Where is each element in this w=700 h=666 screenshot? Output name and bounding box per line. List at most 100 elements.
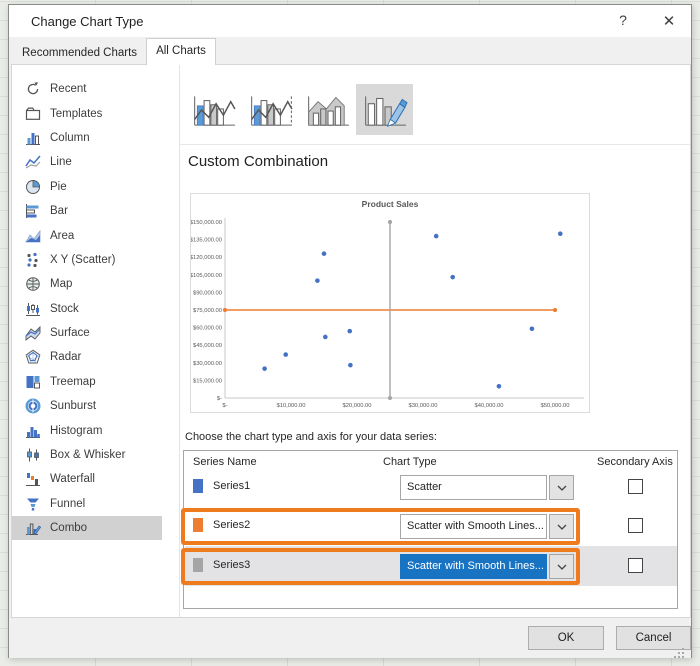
sidebar-item-label: Waterfall bbox=[50, 473, 95, 485]
ok-button[interactable]: OK bbox=[528, 626, 604, 650]
sidebar-item-sunburst[interactable]: Sunburst bbox=[12, 394, 179, 418]
preview-chart-svg: Product Sales$-$15,000.00$30,000.00$45,0… bbox=[191, 194, 589, 412]
sidebar-item-label: Line bbox=[50, 156, 72, 168]
sidebar-item-treemap[interactable]: Treemap bbox=[12, 370, 179, 394]
sunburst-chart-icon bbox=[25, 398, 41, 414]
sidebar-item-pie[interactable]: Pie bbox=[12, 175, 179, 199]
sidebar-item-label: Pie bbox=[50, 181, 67, 193]
funnel-chart-icon bbox=[25, 496, 41, 512]
sidebar-item-label: Radar bbox=[50, 351, 81, 363]
sidebar-item-stock[interactable]: Stock bbox=[12, 297, 179, 321]
section-title: Custom Combination bbox=[188, 153, 328, 170]
excel-background: Change Chart Type ? ✕ Recommended Charts… bbox=[0, 0, 700, 666]
y-tick-label: $30,000.00 bbox=[193, 361, 222, 367]
sidebar-item-label: Box & Whisker bbox=[50, 449, 125, 461]
sidebar-divider bbox=[179, 65, 180, 617]
series-endpoint bbox=[388, 396, 392, 400]
tab-strip: Recommended Charts All Charts bbox=[13, 38, 216, 65]
dropdown-chevron-button[interactable] bbox=[549, 514, 574, 539]
sidebar-item-area[interactable]: Area bbox=[12, 223, 179, 247]
chart-type-dropdown[interactable]: Scatter with Smooth Lines... bbox=[400, 554, 547, 579]
series-name-label[interactable]: Series2 bbox=[213, 519, 250, 531]
sidebar-item-label: Area bbox=[50, 230, 74, 242]
sidebar-item-radar[interactable]: Radar bbox=[12, 345, 179, 369]
sidebar-item-histogram[interactable]: Histogram bbox=[12, 418, 179, 442]
series-name-label[interactable]: Series3 bbox=[213, 559, 250, 571]
sidebar-item-recent[interactable]: Recent bbox=[12, 77, 179, 101]
sidebar-item-line[interactable]: Line bbox=[12, 150, 179, 174]
secondary-axis-checkbox[interactable] bbox=[628, 558, 643, 573]
subtype-button-clustered-column-line-secondary-axis[interactable] bbox=[242, 84, 299, 135]
clustered-column-line-secondary-axis-icon bbox=[248, 91, 294, 129]
help-icon[interactable]: ? bbox=[611, 12, 635, 28]
subtype-button-custom-combination[interactable] bbox=[356, 84, 413, 135]
stock-chart-icon bbox=[25, 301, 41, 317]
chart-type-dropdown[interactable]: Scatter with Smooth Lines... bbox=[400, 514, 547, 539]
sidebar-item-label: Combo bbox=[50, 522, 87, 534]
templates-icon bbox=[25, 106, 41, 122]
scatter-point bbox=[558, 231, 563, 236]
sidebar-item-map[interactable]: Map bbox=[12, 272, 179, 296]
subtype-button-stacked-area-clustered-column[interactable] bbox=[299, 84, 356, 135]
scatter-point bbox=[322, 251, 327, 256]
y-tick-label: $150,000.00 bbox=[191, 220, 222, 226]
series-table: Series NameChart TypeSecondary AxisSerie… bbox=[183, 450, 678, 609]
tab-recommended-charts[interactable]: Recommended Charts bbox=[13, 41, 146, 65]
dropdown-chevron-button[interactable] bbox=[549, 475, 574, 500]
sidebar-item-surface[interactable]: Surface bbox=[12, 321, 179, 345]
dropdown-chevron-button[interactable] bbox=[549, 554, 574, 579]
waterfall-chart-icon bbox=[25, 471, 41, 487]
dialog-title: Change Chart Type bbox=[31, 14, 144, 29]
sidebar-item-label: Funnel bbox=[50, 498, 85, 510]
chevron-down-icon bbox=[557, 523, 567, 531]
sidebar-item-label: Treemap bbox=[50, 376, 96, 388]
map-chart-icon bbox=[25, 276, 41, 292]
sidebar-item-column[interactable]: Column bbox=[12, 126, 179, 150]
y-tick-label: $105,000.00 bbox=[191, 273, 222, 279]
x-tick-label: $50,000.00 bbox=[540, 403, 569, 409]
series-name-label[interactable]: Series1 bbox=[213, 480, 250, 492]
bar-chart-icon bbox=[25, 203, 41, 219]
sidebar-item-label: Map bbox=[50, 278, 72, 290]
scatter-point bbox=[283, 352, 288, 357]
dialog-footer: OK Cancel bbox=[9, 618, 691, 658]
pie-chart-icon bbox=[25, 179, 41, 195]
scatter-point bbox=[497, 384, 502, 389]
box-whisker-chart-icon bbox=[25, 447, 41, 463]
tab-all-charts[interactable]: All Charts bbox=[146, 38, 216, 65]
x-tick-label: $30,000.00 bbox=[408, 403, 437, 409]
x-tick-label: $40,000.00 bbox=[474, 403, 503, 409]
all-charts-panel: RecentTemplates Column Line Pie Bar Area X Y (… bbox=[11, 64, 691, 618]
scatter-point bbox=[450, 275, 455, 280]
secondary-axis-checkbox[interactable] bbox=[628, 518, 643, 533]
y-tick-label: $60,000.00 bbox=[193, 326, 222, 332]
surface-chart-icon bbox=[25, 325, 41, 341]
resize-grip-icon[interactable] bbox=[673, 646, 685, 658]
chart-preview: Product Sales$-$15,000.00$30,000.00$45,0… bbox=[190, 193, 590, 413]
sidebar-item-bar[interactable]: Bar bbox=[12, 199, 179, 223]
y-tick-label: $- bbox=[217, 396, 222, 402]
sidebar-item-x-y-scatter[interactable]: X Y (Scatter) bbox=[12, 248, 179, 272]
close-icon[interactable]: ✕ bbox=[657, 12, 681, 30]
x-tick-label: $10,000.00 bbox=[276, 403, 305, 409]
dialog-titlebar: Change Chart Type ? ✕ bbox=[9, 5, 691, 37]
sidebar-item-label: Column bbox=[50, 132, 90, 144]
y-tick-label: $90,000.00 bbox=[193, 290, 222, 296]
sidebar-item-combo[interactable]: Combo bbox=[12, 516, 179, 540]
x-tick-label: $- bbox=[222, 403, 227, 409]
y-tick-label: $120,000.00 bbox=[191, 255, 222, 261]
histogram-chart-icon bbox=[25, 423, 41, 439]
sidebar-item-box-whisker[interactable]: Box & Whisker bbox=[12, 443, 179, 467]
clustered-column-line-icon bbox=[191, 91, 237, 129]
scatter-point bbox=[530, 326, 535, 331]
area-chart-icon bbox=[25, 228, 41, 244]
sidebar-item-templates[interactable]: Templates bbox=[12, 101, 179, 125]
sidebar-item-waterfall[interactable]: Waterfall bbox=[12, 467, 179, 491]
chevron-down-icon bbox=[557, 484, 567, 492]
scatter-point bbox=[315, 278, 320, 283]
secondary-axis-checkbox[interactable] bbox=[628, 479, 643, 494]
scatter-point bbox=[434, 234, 439, 239]
sidebar-item-funnel[interactable]: Funnel bbox=[12, 492, 179, 516]
subtype-button-clustered-column-line[interactable] bbox=[185, 84, 242, 135]
chart-type-dropdown[interactable]: Scatter bbox=[400, 475, 547, 500]
